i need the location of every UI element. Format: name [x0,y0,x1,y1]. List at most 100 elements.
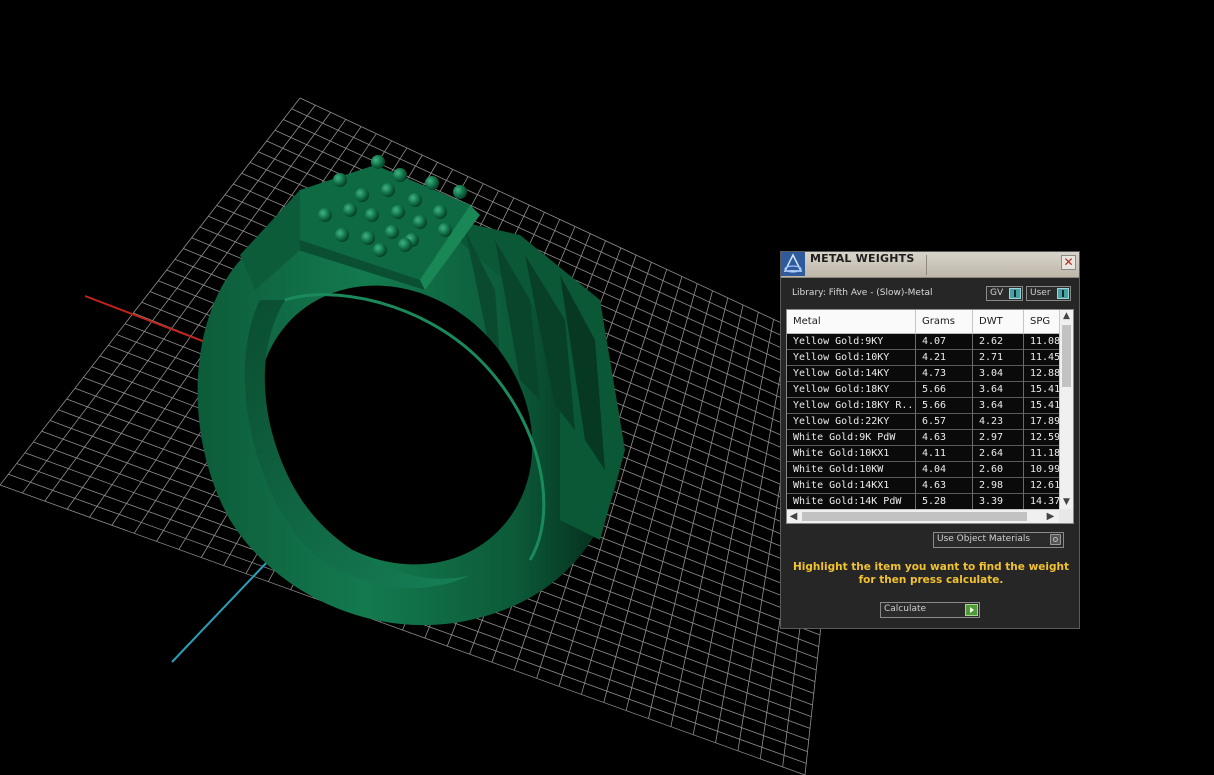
table-row[interactable]: White Gold:14K PdW 5.28 3.39 14.37 [787,494,1060,510]
prong-bead [393,168,407,182]
cell-metal: White Gold:14KX1 [787,478,916,494]
prong-bead [355,188,369,202]
prong-bead [385,225,399,239]
play-icon [965,604,978,616]
cell-metal: Yellow Gold:10KY [787,350,916,366]
cell-dwt: 2.60 [973,462,1024,478]
user-toggle-label: User [1030,288,1051,298]
scroll-down-icon[interactable]: ▼ [1060,496,1073,509]
table-row[interactable]: White Gold:10KW 4.04 2.60 10.99 [787,462,1060,478]
cell-metal: Yellow Gold:18KY R... [787,398,916,414]
column-header-dwt[interactable]: DWT [973,310,1024,333]
radio-icon [1050,534,1061,545]
cell-dwt: 2.71 [973,350,1024,366]
use-object-materials-button[interactable]: Use Object Materials [933,532,1064,548]
prong-bead [413,215,427,229]
scroll-thumb[interactable] [802,512,1027,521]
instruction-text: Highlight the item you want to find the … [793,561,1069,586]
cell-metal: White Gold:10KW [787,462,916,478]
vertical-scrollbar[interactable]: ▲ ▼ [1059,310,1073,509]
cell-grams: 4.63 [916,430,973,446]
grid-line [715,326,790,743]
app-logo-icon [781,252,805,276]
prong-bead [425,176,439,190]
cell-metal: Yellow Gold:14KY [787,366,916,382]
table-header: Metal Grams DWT SPG [787,310,1059,334]
cell-spg: 12.61 [1030,480,1061,491]
cell-grams: 4.04 [916,462,973,478]
scroll-right-icon[interactable]: ▶ [1044,510,1057,523]
prong-bead [333,173,347,187]
cell-spg: 10.99 [1030,464,1061,475]
cell-grams: 4.07 [916,334,973,350]
grid-line [625,297,729,711]
toggle-switch-icon [1057,288,1069,299]
cell-metal: White Gold:14K PdW [787,494,916,510]
cell-metal: Yellow Gold:9KY [787,334,916,350]
cell-dwt: 3.39 [973,494,1024,510]
cell-grams: 4.73 [916,366,973,382]
titlebar-divider [926,255,927,275]
prong-bead [381,183,395,197]
prong-bead [408,193,422,207]
calculate-label: Calculate [884,604,927,614]
table-row[interactable]: White Gold:9K PdW 4.63 2.97 12.59 [787,430,1060,446]
prong-bead [365,208,379,222]
table-row[interactable]: Yellow Gold:18KY 5.66 3.64 15.41 [787,382,1060,398]
close-icon[interactable]: ✕ [1061,255,1076,270]
prong-bead [371,155,385,169]
cell-dwt: 4.23 [973,414,1024,430]
prong-bead [373,243,387,257]
cell-spg: 15.41 [1030,384,1061,395]
horizontal-scrollbar[interactable]: ◀ ▶ [787,509,1059,523]
cell-dwt: 3.64 [973,398,1024,414]
scroll-thumb[interactable] [1062,325,1071,387]
cell-grams: 5.66 [916,382,973,398]
library-label: Library: Fifth Ave - (Slow)-Metal [792,288,933,298]
cell-grams: 5.28 [916,494,973,510]
table-row[interactable]: Yellow Gold:22KY 6.57 4.23 17.89 [787,414,1060,430]
cell-spg: 17.89 [1030,416,1061,427]
user-toggle[interactable]: User [1026,286,1071,301]
cell-metal: Yellow Gold:18KY [787,382,916,398]
toggle-switch-icon [1009,288,1021,299]
prong-bead [433,205,447,219]
scroll-up-icon[interactable]: ▲ [1060,310,1073,323]
cell-dwt: 2.64 [973,446,1024,462]
cell-dwt: 3.64 [973,382,1024,398]
table-row[interactable]: White Gold:14KX1 4.63 2.98 12.61 [787,478,1060,494]
cell-metal: Yellow Gold:22KY [787,414,916,430]
table-row[interactable]: White Gold:10KX1 4.11 2.64 11.18 [787,446,1060,462]
metal-table[interactable]: Metal Grams DWT SPG Yellow Gold:9KY 4.07 2… [786,309,1074,524]
column-header-spg[interactable]: SPG [1024,310,1064,333]
table-row[interactable]: Yellow Gold:10KY 4.21 2.71 11.45 [787,350,1060,366]
grid-line [692,319,775,735]
use-object-materials-label: Use Object Materials [937,534,1031,544]
cell-spg: 15.41 [1030,400,1061,411]
prong-bead [335,228,349,242]
panel-titlebar[interactable]: METAL WEIGHTS ✕ [781,252,1079,278]
calculate-button[interactable]: Calculate [880,602,980,618]
gv-toggle[interactable]: GV [986,286,1023,301]
column-header-grams[interactable]: Grams [916,310,973,333]
cell-grams: 4.21 [916,350,973,366]
prong-bead [391,205,405,219]
cell-dwt: 2.98 [973,478,1024,494]
cell-dwt: 2.62 [973,334,1024,350]
table-row[interactable]: Yellow Gold:18KY R... 5.66 3.64 15.41 [787,398,1060,414]
scroll-left-icon[interactable]: ◀ [787,510,800,523]
metal-weights-panel: METAL WEIGHTS ✕ Library: Fifth Ave - (Sl… [780,251,1080,629]
grid-line [648,304,744,719]
cell-spg: 12.59 [1030,432,1061,443]
table-row[interactable]: Yellow Gold:14KY 4.73 3.04 12.88 [787,366,1060,382]
table-row[interactable]: Yellow Gold:9KY 4.07 2.62 11.08 [787,334,1060,350]
cell-spg: 11.08 [1030,336,1061,347]
cell-dwt: 3.04 [973,366,1024,382]
column-header-metal[interactable]: Metal [787,310,916,333]
prong-bead [453,185,467,199]
gv-toggle-label: GV [990,288,1004,298]
cell-grams: 4.11 [916,446,973,462]
prong-bead [438,223,452,237]
prong-bead [398,238,412,252]
cell-grams: 4.63 [916,478,973,494]
